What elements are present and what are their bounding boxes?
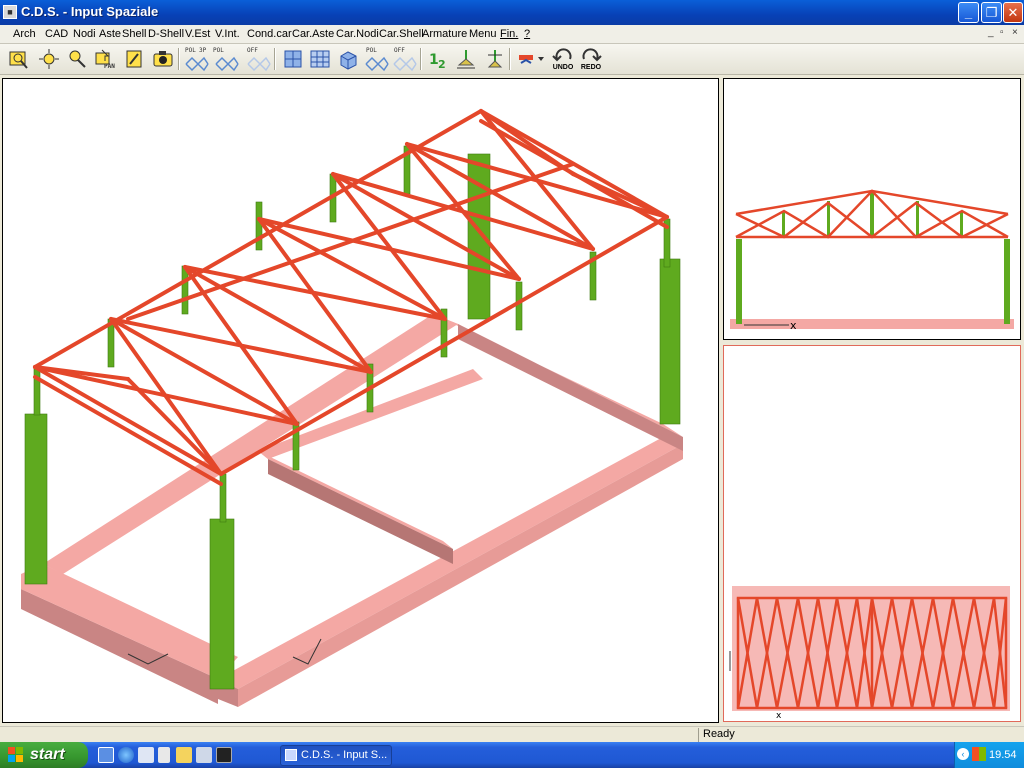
cds-window-icon: [285, 749, 297, 761]
off-label-2: OFF: [394, 47, 405, 54]
zoom-icon[interactable]: [66, 47, 88, 71]
mdi-close-icon[interactable]: ×: [1012, 27, 1018, 38]
status-bar: Ready: [0, 726, 1024, 742]
status-text: Ready: [698, 728, 1024, 742]
chevron-left-icon[interactable]: ‹: [957, 748, 969, 760]
explorer-icon[interactable]: [138, 747, 154, 763]
polyline-icon-2[interactable]: [364, 54, 390, 78]
frame-view-icon[interactable]: [282, 47, 304, 71]
taskbar-item-label: C.D.S. - Input S...: [301, 749, 388, 761]
title-bar: ■ C.D.S. - Input Spaziale _ ❐ ✕: [0, 0, 1024, 25]
show-desktop-icon[interactable]: [98, 747, 114, 763]
pan-icon[interactable]: PAN: [94, 47, 116, 71]
internet-explorer-icon[interactable]: [118, 747, 134, 763]
menu-arch[interactable]: Arch: [13, 28, 36, 40]
windows-logo-icon: [8, 747, 23, 762]
document-icon[interactable]: [158, 747, 170, 763]
window-title: C.D.S. - Input Spaziale: [21, 4, 159, 19]
menu-car-aste[interactable]: Car.Aste: [292, 28, 334, 40]
pan-label: PAN: [104, 63, 115, 70]
close-button[interactable]: ✕: [1003, 2, 1023, 23]
menu-aste[interactable]: Aste: [99, 28, 121, 40]
menu-v-est[interactable]: V.Est: [185, 28, 210, 40]
menu-menu[interactable]: Menu: [469, 28, 497, 40]
polyline-3p-icon[interactable]: [184, 54, 210, 78]
start-button[interactable]: start: [0, 742, 88, 768]
toolbar: PAN POL 3P POL OFF POL OFF 12 UNDO REDO: [0, 44, 1024, 75]
off-toggle-icon-2[interactable]: [392, 54, 418, 78]
tray-app-icon[interactable]: [972, 747, 986, 761]
menu-fin[interactable]: Fin.: [500, 28, 518, 40]
minimize-button[interactable]: _: [958, 2, 979, 23]
mdi-restore-icon[interactable]: ▫: [1000, 27, 1004, 38]
camera-icon[interactable]: [152, 47, 174, 71]
plan-axis-x-label: x: [776, 711, 782, 721]
off-toggle-icon[interactable]: [246, 54, 272, 78]
3p-label: 3P: [199, 47, 207, 54]
menu-nodi[interactable]: Nodi: [73, 28, 96, 40]
front-elevation-drawing: x: [730, 189, 1014, 332]
3d-box-icon[interactable]: [337, 47, 359, 71]
pol-label-2: POL: [213, 47, 224, 54]
zoom-all-icon[interactable]: [38, 47, 60, 71]
redo-button[interactable]: REDO: [579, 48, 603, 72]
grid-view-icon[interactable]: [309, 47, 331, 71]
menu-cad[interactable]: CAD: [45, 28, 68, 40]
redo-label: REDO: [580, 64, 602, 71]
menu-shell[interactable]: Shell: [122, 28, 146, 40]
zoom-window-icon[interactable]: [8, 47, 30, 71]
3d-structure-drawing: [21, 109, 683, 707]
menu-bar: Arch CAD Nodi Aste Shell D-Shell V.Est V…: [0, 25, 1024, 44]
toolbar-separator: [420, 48, 422, 70]
menu-d-shell[interactable]: D-Shell: [148, 28, 184, 40]
supports-icon[interactable]: [455, 47, 477, 71]
clock: 19.54: [989, 749, 1017, 761]
menu-help[interactable]: ?: [524, 28, 530, 40]
taskbar: start C.D.S. - Input S... ‹ 19.54: [0, 742, 1024, 768]
menu-cond-car[interactable]: Cond.car: [247, 28, 292, 40]
menu-v-int[interactable]: V.Int.: [215, 28, 240, 40]
off-label-1: OFF: [247, 47, 258, 54]
program-icon[interactable]: [196, 747, 212, 763]
constraints-icon[interactable]: [484, 47, 506, 71]
toolbar-separator: [178, 48, 180, 70]
foundation-beams: [21, 314, 683, 707]
mdi-minimize-icon[interactable]: _: [988, 27, 994, 38]
numbering-icon[interactable]: 12: [427, 47, 449, 71]
move-view-icon[interactable]: [124, 47, 146, 71]
film-icon[interactable]: [176, 747, 192, 763]
command-prompt-icon[interactable]: [216, 747, 232, 763]
plan-view-panel[interactable]: x: [723, 345, 1021, 722]
undo-label: UNDO: [552, 64, 574, 71]
front-axis-x-label: x: [790, 319, 797, 332]
menu-car-nodi[interactable]: Car.Nodi: [336, 28, 379, 40]
maximize-button[interactable]: ❐: [981, 2, 1002, 23]
taskbar-item-cds[interactable]: C.D.S. - Input S...: [280, 745, 392, 766]
menu-car-shell[interactable]: Car.Shell: [379, 28, 424, 40]
start-label: start: [30, 746, 65, 763]
load-icon[interactable]: [516, 47, 546, 71]
cds-app-icon[interactable]: ■: [3, 5, 17, 19]
toolbar-separator: [509, 48, 511, 70]
pol-label-3: POL: [366, 47, 377, 54]
plan-view-drawing: x: [729, 586, 1010, 721]
front-elevation-panel[interactable]: x: [723, 78, 1021, 340]
undo-button[interactable]: UNDO: [551, 48, 575, 72]
pol-label-1: POL: [185, 47, 196, 54]
system-tray: ‹ 19.54: [954, 742, 1024, 768]
toolbar-separator: [274, 48, 276, 70]
polyline-icon[interactable]: [214, 54, 240, 78]
3d-view-panel[interactable]: [2, 78, 719, 723]
menu-armature[interactable]: Armature: [422, 28, 467, 40]
svg-text:2: 2: [438, 58, 446, 71]
